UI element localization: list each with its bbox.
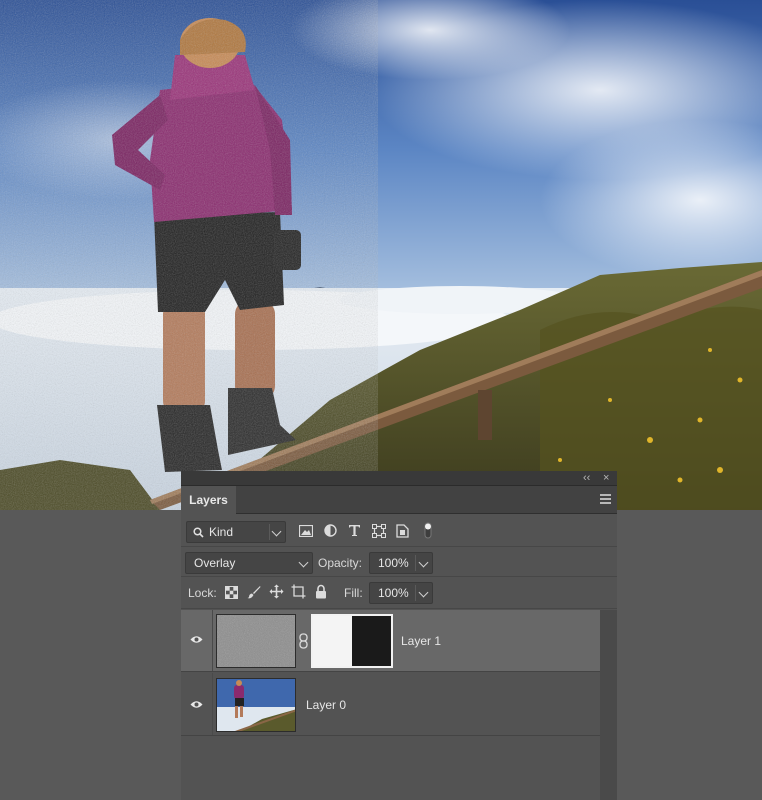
filter-toggle-icon[interactable]	[424, 522, 432, 539]
layer-row-layer-1[interactable]: Layer 1	[181, 610, 600, 672]
shape-filter-icon[interactable]	[372, 524, 386, 538]
panel-tab-bar: Layers	[181, 486, 617, 514]
type-filter-icon[interactable]	[348, 524, 361, 537]
layer-name[interactable]: Layer 1	[401, 634, 441, 648]
chevron-down-icon	[418, 557, 429, 568]
layer-mask-thumbnail[interactable]	[311, 614, 393, 668]
lock-all-icon[interactable]	[315, 584, 327, 599]
tab-layers[interactable]: Layers	[181, 486, 236, 514]
smart-object-filter-icon[interactable]	[396, 524, 409, 538]
chevron-down-icon	[418, 587, 429, 598]
fill-label: Fill:	[344, 586, 363, 600]
image-filter-icon[interactable]	[299, 525, 313, 537]
hamburger-icon[interactable]	[600, 494, 611, 504]
close-panel-icon[interactable]: ×	[603, 472, 609, 484]
kind-filter-select[interactable]: Kind	[186, 521, 286, 543]
lock-label: Lock:	[188, 586, 217, 600]
blend-mode-select[interactable]: Overlay	[185, 552, 313, 574]
link-chain-icon[interactable]	[299, 633, 308, 649]
search-icon	[193, 527, 204, 538]
opacity-field[interactable]: 100%	[369, 552, 433, 574]
eye-icon	[190, 636, 203, 643]
fill-value: 100%	[378, 586, 409, 600]
collapse-panel-icon[interactable]: ‹‹	[583, 472, 590, 484]
layer-thumbnail-photo[interactable]	[216, 678, 296, 732]
eye-icon	[190, 701, 203, 708]
fill-field[interactable]: 100%	[369, 582, 433, 604]
kind-filter-label: Kind	[209, 525, 234, 539]
filter-row: Kind	[181, 514, 617, 547]
lock-transparent-icon[interactable]	[225, 586, 238, 599]
layer-thumbnail-noise[interactable]	[216, 614, 296, 668]
layers-panel: ‹‹ × Layers Kind Overlay Opacity: 100% L…	[181, 471, 617, 800]
blend-row: Overlay Opacity: 100%	[181, 547, 617, 577]
chevron-down-icon	[298, 557, 309, 568]
lock-row: Lock: Fill: 100%	[181, 577, 617, 609]
adjustment-filter-icon[interactable]	[324, 524, 337, 537]
opacity-label: Opacity:	[318, 556, 363, 570]
visibility-toggle[interactable]	[181, 610, 213, 671]
layers-scrollbar[interactable]	[600, 610, 617, 800]
layer-row-layer-0[interactable]: Layer 0	[181, 673, 600, 736]
layer-name[interactable]: Layer 0	[306, 698, 346, 712]
opacity-value: 100%	[378, 556, 409, 570]
lock-pixels-icon[interactable]	[247, 585, 261, 599]
document-canvas[interactable]	[0, 0, 762, 510]
chevron-down-icon	[271, 526, 282, 537]
lock-position-icon[interactable]	[269, 584, 284, 599]
panel-title-strip: ‹‹ ×	[181, 471, 617, 486]
blend-mode-value: Overlay	[194, 556, 236, 570]
lock-artboard-icon[interactable]	[291, 584, 306, 599]
photo-hiker-above-clouds	[0, 0, 762, 510]
visibility-toggle[interactable]	[181, 673, 213, 735]
